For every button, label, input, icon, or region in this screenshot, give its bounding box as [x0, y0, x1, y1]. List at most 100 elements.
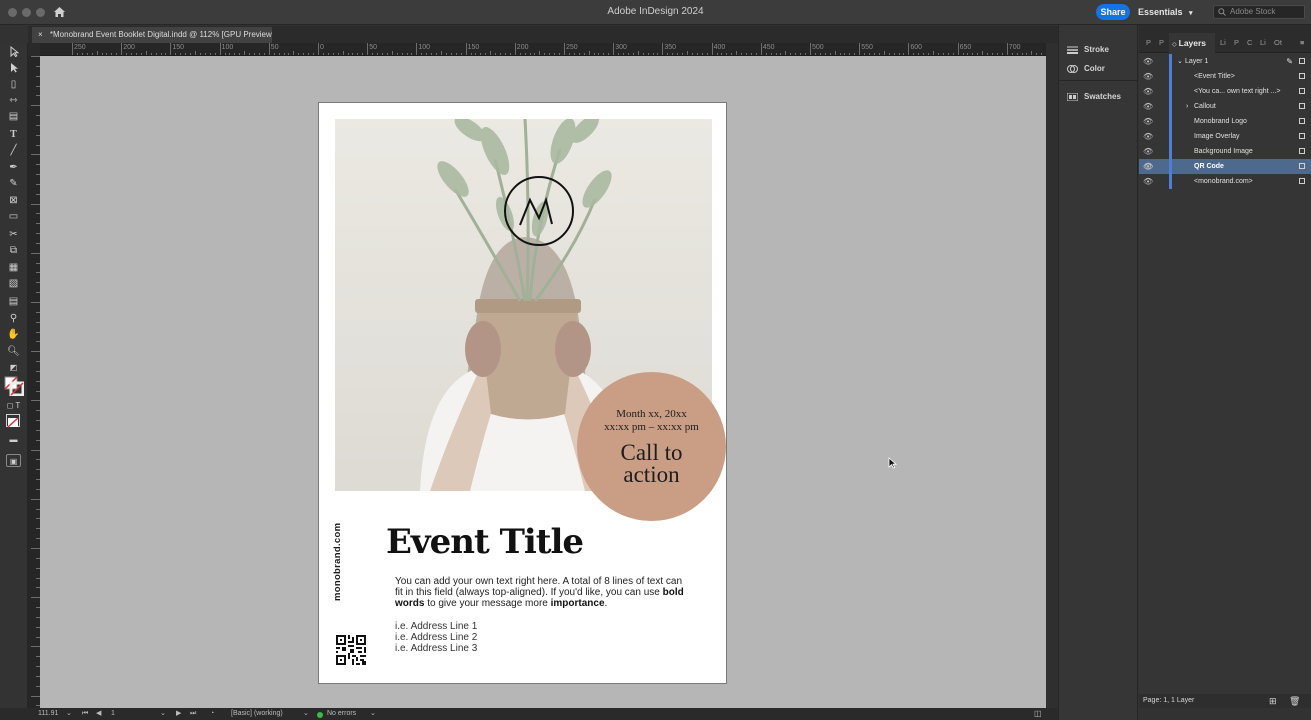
- gradient-feather-tool-icon[interactable]: ▧: [6, 277, 21, 290]
- vertical-scrollbar[interactable]: [1046, 43, 1058, 708]
- pen-edit-icon[interactable]: ✎: [1286, 54, 1293, 69]
- page-number-field[interactable]: 1: [111, 708, 115, 720]
- color-panel-button[interactable]: Color: [1067, 64, 1105, 73]
- fill-stroke-swatch[interactable]: [4, 376, 25, 397]
- close-tab-icon[interactable]: ×: [38, 30, 43, 39]
- zoom-dropdown-icon[interactable]: ⌄: [66, 708, 72, 720]
- tab-layers[interactable]: ◇ Layers: [1169, 33, 1215, 53]
- tab-libraries[interactable]: Li: [1260, 38, 1266, 47]
- tab-paragraph[interactable]: P: [1234, 38, 1239, 47]
- profile-dropdown-icon[interactable]: ⌄: [303, 708, 309, 720]
- select-layer-square[interactable]: [1299, 58, 1305, 64]
- horizontal-ruler[interactable]: 250 200 150 100 50 0 50 100 150 200 250 300 350 400 45…: [40, 43, 1046, 56]
- errors-dropdown-icon[interactable]: ⌄: [370, 708, 376, 720]
- line-tool-icon[interactable]: ╱: [6, 144, 21, 157]
- select-item-square[interactable]: [1299, 148, 1305, 154]
- vertical-ruler[interactable]: [28, 56, 40, 708]
- visibility-eye-icon[interactable]: 👁︎: [1143, 144, 1153, 159]
- free-transform-tool-icon[interactable]: ⧉: [6, 244, 21, 257]
- layer-item-qr-code[interactable]: 👁︎ QR Code: [1139, 159, 1311, 174]
- workspace-switcher[interactable]: Essentials ▾: [1138, 4, 1193, 20]
- tab-character[interactable]: C: [1247, 38, 1252, 47]
- visibility-eye-icon[interactable]: 👁︎: [1143, 114, 1153, 129]
- zoom-level-field[interactable]: 111.91: [38, 708, 58, 720]
- rectangle-tool-icon[interactable]: ▭: [6, 210, 21, 223]
- visibility-eye-icon[interactable]: 👁︎: [1143, 69, 1153, 84]
- address-block[interactable]: i.e. Address Line 1 i.e. Address Line 2 …: [395, 621, 477, 654]
- document-tab[interactable]: × *Monobrand Event Booklet Digital.indd …: [32, 27, 272, 43]
- content-collector-icon[interactable]: ▤: [6, 110, 21, 123]
- expand-layer-icon[interactable]: ⌄: [1177, 54, 1183, 69]
- note-tool-icon[interactable]: ▤: [6, 295, 21, 308]
- call-to-action[interactable]: Call to action: [577, 441, 726, 486]
- zoom-tool-icon[interactable]: 🔍︎: [6, 345, 21, 358]
- select-item-square[interactable]: [1299, 103, 1305, 109]
- swatches-panel-button[interactable]: Swatches: [1067, 92, 1121, 101]
- tab-links[interactable]: Li: [1220, 38, 1226, 47]
- rectangle-frame-tool-icon[interactable]: ⊠: [6, 194, 21, 207]
- layer-item-monobrand-logo[interactable]: 👁︎ Monobrand Logo: [1139, 114, 1311, 129]
- delete-layer-icon[interactable]: 🗑︎: [1289, 694, 1300, 708]
- layer-row-layer-1[interactable]: 👁︎ ⌄ Layer 1 ✎: [1139, 54, 1311, 69]
- ruler-origin[interactable]: [28, 43, 40, 56]
- split-window-icon[interactable]: ◫: [1034, 708, 1042, 720]
- event-title[interactable]: Event Title: [386, 522, 584, 562]
- gap-tool-icon[interactable]: ⇿: [6, 94, 21, 107]
- layer-item-callout[interactable]: 👁︎ › Callout: [1139, 99, 1311, 114]
- visibility-eye-icon[interactable]: 👁︎: [1143, 84, 1153, 99]
- last-page-icon[interactable]: ⏭: [190, 708, 196, 720]
- document-page[interactable]: Month xx, 20xx xx:xx pm – xx:xx pm Call …: [318, 102, 727, 684]
- body-text-frame[interactable]: You can add your own text right here. A …: [395, 576, 685, 609]
- eyedropper-tool-icon[interactable]: ⚲: [6, 312, 21, 325]
- preflight-profile-icon[interactable]: ◔: [210, 708, 214, 720]
- tab-properties[interactable]: P: [1159, 38, 1164, 47]
- selection-tool-icon[interactable]: [6, 45, 21, 59]
- type-tool-icon[interactable]: T: [6, 128, 21, 141]
- layer-item-event-title[interactable]: 👁︎ <Event Title>: [1139, 69, 1311, 84]
- select-item-square[interactable]: [1299, 118, 1305, 124]
- formatting-container-icon[interactable]: ◻ T: [6, 399, 21, 412]
- adobe-stock-search[interactable]: Adobe Stock: [1213, 5, 1305, 19]
- monobrand-url-text[interactable]: monobrand.com: [332, 523, 343, 601]
- preflight-status[interactable]: No errors: [327, 708, 356, 720]
- hand-tool-icon[interactable]: ✋: [6, 328, 21, 341]
- view-mode-icon[interactable]: ▣: [6, 454, 21, 467]
- pencil-tool-icon[interactable]: ✎: [6, 177, 21, 190]
- select-item-square[interactable]: [1299, 163, 1305, 169]
- layer-item-monobrand-url[interactable]: 👁︎ <monobrand.com>: [1139, 174, 1311, 189]
- expand-group-icon[interactable]: ›: [1186, 99, 1188, 114]
- select-item-square[interactable]: [1299, 73, 1305, 79]
- default-colors-icon[interactable]: ◩ ↶: [6, 361, 21, 385]
- layer-item-body-text[interactable]: 👁︎ <You ca... own text right ...>: [1139, 84, 1311, 99]
- tab-other[interactable]: Ot: [1274, 38, 1282, 47]
- visibility-eye-icon[interactable]: 👁︎: [1143, 159, 1153, 174]
- scissors-tool-icon[interactable]: ✂: [6, 228, 21, 241]
- previous-page-icon[interactable]: ◀: [96, 708, 101, 720]
- preflight-profile-label[interactable]: [Basic] (working): [231, 708, 283, 720]
- monobrand-logo[interactable]: [504, 176, 574, 246]
- callout-circle[interactable]: Month xx, 20xx xx:xx pm – xx:xx pm Call …: [577, 372, 726, 521]
- visibility-eye-icon[interactable]: 👁︎: [1143, 54, 1153, 69]
- share-button[interactable]: Share: [1096, 4, 1130, 20]
- next-page-icon[interactable]: ▶: [176, 708, 181, 720]
- tab-pages[interactable]: P: [1146, 38, 1151, 47]
- gradient-swatch-tool-icon[interactable]: ▦: [6, 261, 21, 274]
- select-item-square[interactable]: [1299, 133, 1305, 139]
- screen-mode-icon[interactable]: ▬: [6, 433, 21, 446]
- layer-item-image-overlay[interactable]: 👁︎ Image Overlay: [1139, 129, 1311, 144]
- page-dropdown-icon[interactable]: ⌄: [160, 708, 166, 720]
- select-item-square[interactable]: [1299, 178, 1305, 184]
- direct-selection-tool-icon[interactable]: [6, 62, 21, 75]
- pen-tool-icon[interactable]: ✒: [6, 161, 21, 174]
- first-page-icon[interactable]: ⏮: [82, 708, 88, 720]
- visibility-eye-icon[interactable]: 👁︎: [1143, 99, 1153, 114]
- new-layer-icon[interactable]: ⊞: [1269, 694, 1277, 708]
- visibility-eye-icon[interactable]: 👁︎: [1143, 129, 1153, 144]
- layer-item-background-image[interactable]: 👁︎ Background Image: [1139, 144, 1311, 159]
- page-tool-icon[interactable]: ▯: [6, 78, 21, 91]
- select-item-square[interactable]: [1299, 88, 1305, 94]
- qr-code[interactable]: [336, 635, 366, 665]
- stroke-panel-button[interactable]: Stroke: [1067, 45, 1109, 54]
- panel-menu-icon[interactable]: ≡: [1300, 38, 1304, 47]
- visibility-eye-icon[interactable]: 👁︎: [1143, 174, 1153, 189]
